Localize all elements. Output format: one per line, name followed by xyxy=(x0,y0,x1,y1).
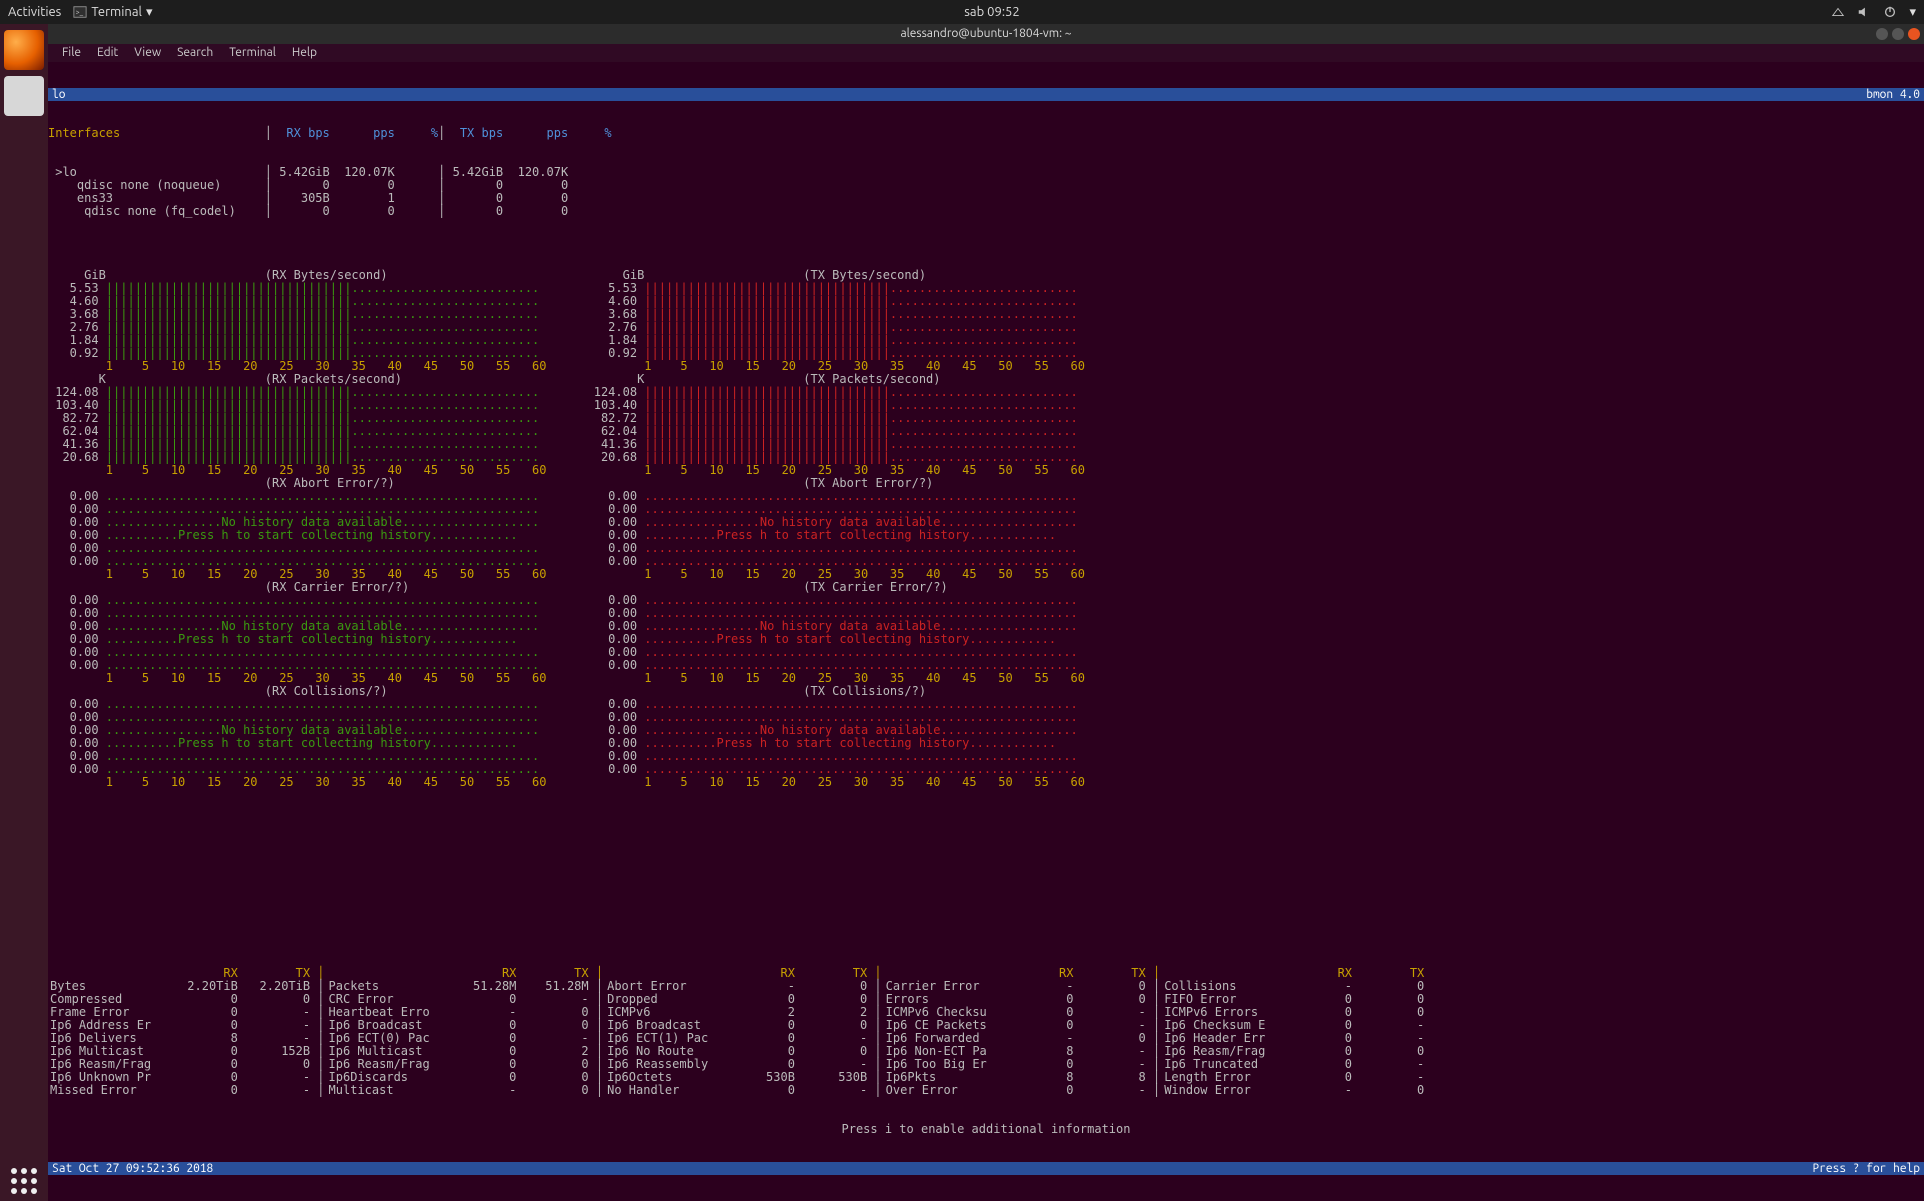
terminal-icon: >_ xyxy=(73,5,87,19)
menu-view[interactable]: View xyxy=(128,47,167,59)
bmon-statusbar: Sat Oct 27 09:52:36 2018 Press ? for hel… xyxy=(48,1162,1924,1175)
interface-row[interactable]: qdisc none (fq_codel) │ 0 0 │ 0 0 xyxy=(48,205,1924,218)
bmon-selected-iface: lo xyxy=(52,88,65,101)
files-icon[interactable] xyxy=(4,76,44,116)
menu-help[interactable]: Help xyxy=(286,47,323,59)
chevron-down-icon[interactable]: ▾ xyxy=(1909,6,1916,19)
stats-row: Missed Error 0 - │ xyxy=(50,1084,325,1097)
stats-row: Window Error - 0 xyxy=(1164,1084,1424,1097)
stats-hint: Press i to enable additional information xyxy=(48,1123,1924,1136)
interfaces-header: Interfaces │ RX bps pps %│ TX bps pps % xyxy=(48,127,1924,140)
terminal-menubar: File Edit View Search Terminal Help xyxy=(48,44,1924,62)
maximize-button[interactable] xyxy=(1892,28,1904,40)
menu-file[interactable]: File xyxy=(56,47,87,59)
rx-graphs-column: GiB (RX Bytes/second) 5.53 |||||||||||||… xyxy=(48,269,547,789)
activities-button[interactable]: Activities xyxy=(8,6,61,19)
stats-row: No Handler 0 - │ xyxy=(607,1084,882,1097)
gnome-topbar: Activities >_ Terminal ▾ sab 09:52 ▾ xyxy=(0,0,1924,24)
graph-xaxis: 1 5 10 15 20 25 30 35 40 45 50 55 60 xyxy=(587,776,1086,789)
menu-edit[interactable]: Edit xyxy=(91,47,124,59)
power-icon[interactable] xyxy=(1883,5,1897,19)
statusbar-help: Press ? for help xyxy=(1812,1162,1920,1175)
terminal-pane[interactable]: lo bmon 4.0 Interfaces │ RX bps pps %│ T… xyxy=(48,62,1924,1201)
launcher-dock xyxy=(0,24,48,1201)
stats-row: Multicast - 0 │ xyxy=(329,1084,604,1097)
network-icon[interactable] xyxy=(1831,5,1845,19)
stats-table: RX TX │Bytes 2.20TiB 2.20TiB │Compressed… xyxy=(48,967,1924,1097)
stats-row: Over Error 0 - │ xyxy=(886,1084,1161,1097)
clock[interactable]: sab 09:52 xyxy=(152,6,1831,19)
statusbar-time: Sat Oct 27 09:52:36 2018 xyxy=(52,1162,213,1175)
window-titlebar: alessandro@ubuntu-1804-vm: ~ xyxy=(48,24,1924,44)
bmon-titlebar: lo bmon 4.0 xyxy=(48,88,1924,101)
svg-text:>_: >_ xyxy=(76,9,84,17)
interfaces-rows: >lo │ 5.42GiB 120.07K │ 5.42GiB 120.07K … xyxy=(48,166,1924,218)
bmon-version: bmon 4.0 xyxy=(1866,88,1920,101)
volume-icon[interactable] xyxy=(1857,5,1871,19)
minimize-button[interactable] xyxy=(1876,28,1888,40)
menu-search[interactable]: Search xyxy=(171,47,219,59)
show-apps-icon[interactable] xyxy=(4,1161,44,1201)
app-menu[interactable]: >_ Terminal ▾ xyxy=(73,5,152,19)
firefox-icon[interactable] xyxy=(4,30,44,70)
window-title: alessandro@ubuntu-1804-vm: ~ xyxy=(900,28,1071,40)
tx-graphs-column: GiB (TX Bytes/second) 5.53 |||||||||||||… xyxy=(587,269,1086,789)
close-button[interactable] xyxy=(1908,28,1920,40)
menu-terminal[interactable]: Terminal xyxy=(223,47,282,59)
graph-xaxis: 1 5 10 15 20 25 30 35 40 45 50 55 60 xyxy=(48,776,547,789)
